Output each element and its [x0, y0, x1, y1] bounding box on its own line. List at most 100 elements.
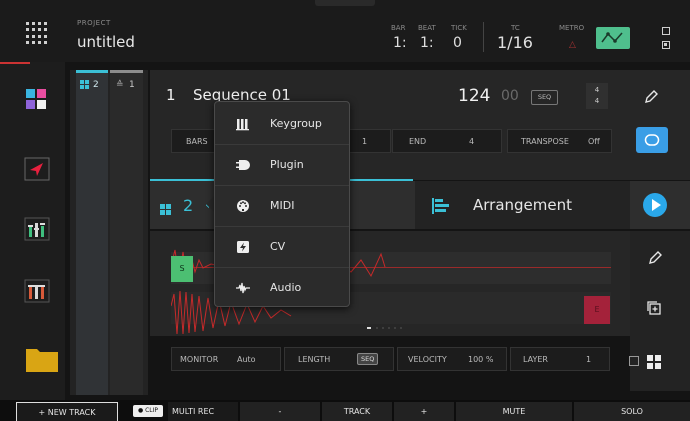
tempo-source-badge[interactable]: SEQ: [531, 90, 558, 105]
length-label: LENGTH: [298, 355, 331, 364]
monitor-field[interactable]: MONITOR Auto: [171, 347, 281, 371]
tick-value[interactable]: 0: [453, 35, 462, 51]
menu-item-label: CV: [270, 240, 286, 253]
arrangement-icon: [432, 198, 450, 218]
beat-value[interactable]: 1:: [420, 35, 434, 51]
track-tab-inactive[interactable]: [110, 70, 143, 395]
menu-item-midi[interactable]: MIDI: [215, 186, 349, 226]
mute-button[interactable]: MUTE: [456, 402, 572, 421]
start-value: 1: [362, 137, 368, 146]
keygroup-icon: [236, 119, 249, 131]
end-label: END: [409, 137, 427, 146]
multi-rec-button[interactable]: MULTI REC: [168, 402, 238, 421]
velocity-field[interactable]: VELOCITY 100 %: [397, 347, 507, 371]
main-menu-icon[interactable]: [26, 22, 48, 44]
tc-value[interactable]: 1/16: [497, 33, 533, 52]
project-name[interactable]: untitled: [77, 33, 135, 51]
track-tab-active[interactable]: [76, 70, 108, 395]
clip-record-toggle[interactable]: ● CLIP: [133, 405, 163, 417]
track-tab-grid-icon: [80, 80, 89, 92]
clip-start-marker[interactable]: S: [171, 256, 193, 282]
transpose-field[interactable]: TRANSPOSE Off: [507, 129, 612, 153]
monitor-value: Auto: [237, 355, 256, 364]
transpose-label: TRANSPOSE: [521, 137, 569, 146]
layer-label: LAYER: [523, 355, 548, 364]
menu-item-label: Audio: [270, 281, 302, 294]
mixer-mode-icon[interactable]: [24, 217, 54, 245]
menu-item-audio[interactable]: Audio: [215, 268, 349, 308]
menu-item-label: MIDI: [270, 199, 295, 212]
automation-button[interactable]: [596, 27, 630, 49]
monitor-label: MONITOR: [180, 355, 219, 364]
top-drag-handle[interactable]: [315, 0, 375, 6]
menu-caret: [206, 196, 214, 212]
draw-pencil-icon[interactable]: [647, 250, 663, 270]
tc-label: TC: [511, 24, 520, 32]
track-tab-audio-icon: ≙: [116, 80, 124, 90]
metro-label: METRO: [559, 24, 585, 32]
beat-label: BEAT: [418, 24, 436, 32]
track-tab-inactive-indicator: [110, 70, 143, 73]
single-view-icon[interactable]: [629, 356, 639, 366]
track-tab-active-indicator: [76, 70, 108, 73]
plugin-icon: [236, 160, 250, 170]
tempo-decimal[interactable]: 00: [501, 88, 519, 104]
transpose-value: Off: [588, 137, 600, 146]
velocity-value: 100 %: [468, 355, 494, 364]
length-field[interactable]: LENGTH SEQ: [284, 347, 394, 371]
menu-item-cv[interactable]: CV: [215, 227, 349, 267]
cv-icon: [237, 241, 249, 253]
tempo-value[interactable]: 124: [458, 86, 490, 106]
arrangement-label: Arrangement: [473, 196, 573, 214]
edit-pencil-icon[interactable]: [643, 89, 659, 109]
window-icon[interactable]: [662, 27, 670, 35]
track-grid-icon: [160, 200, 171, 219]
bar-label: BAR: [391, 24, 406, 32]
end-value: 4: [469, 137, 475, 146]
duplicate-icon[interactable]: [646, 300, 662, 320]
channel-mixer-icon[interactable]: [24, 279, 54, 307]
metronome-icon[interactable]: △: [569, 40, 576, 50]
loop-icon: [644, 134, 660, 146]
bars-label: BARS: [186, 137, 208, 146]
sequence-number[interactable]: 1: [166, 86, 176, 104]
layer-field[interactable]: LAYER 1: [510, 347, 610, 371]
tick-label: TICK: [451, 24, 467, 32]
time-signature-bottom: 4: [594, 97, 600, 105]
clip-end-marker[interactable]: E: [584, 296, 610, 324]
solo-button[interactable]: SOLO: [574, 402, 690, 421]
top-bar: [0, 0, 690, 62]
window-mode-icon[interactable]: [662, 41, 670, 49]
menu-item-plugin[interactable]: Plugin: [215, 145, 349, 185]
menu-item-label: Keygroup: [270, 117, 322, 130]
loop-button[interactable]: [636, 127, 668, 153]
new-track-button[interactable]: + NEW TRACK: [16, 402, 118, 421]
track-label-button[interactable]: TRACK: [322, 402, 392, 421]
header-divider: [483, 22, 484, 52]
track-type-menu: Keygroup Plugin MIDI CV Audio: [214, 101, 350, 307]
track-tab-count-b: 1: [129, 80, 135, 90]
velocity-label: VELOCITY: [408, 355, 447, 364]
browser-mode-icon[interactable]: [24, 157, 54, 185]
track-number[interactable]: 2: [183, 196, 193, 215]
pad-mode-icon[interactable]: [24, 87, 54, 115]
time-signature-top: 4: [594, 86, 600, 94]
layer-value: 1: [586, 355, 592, 364]
audio-icon: [236, 282, 250, 294]
midi-icon: [237, 200, 249, 212]
track-minus-button[interactable]: -: [240, 402, 320, 421]
play-icon[interactable]: [643, 193, 667, 217]
track-tab-count: 2: [93, 80, 99, 90]
grid-view-icon[interactable]: [647, 354, 661, 373]
track-plus-button[interactable]: +: [394, 402, 454, 421]
length-value: SEQ: [357, 353, 379, 365]
end-field[interactable]: END 4: [392, 129, 502, 153]
folder-icon[interactable]: [25, 345, 59, 373]
time-signature[interactable]: 4 4: [586, 83, 608, 109]
sidebar-accent: [0, 62, 30, 64]
bar-value[interactable]: 1:: [393, 35, 407, 51]
menu-item-keygroup[interactable]: Keygroup: [215, 104, 349, 144]
project-caption: PROJECT: [77, 19, 111, 27]
automation-icon: [601, 32, 623, 43]
menu-item-label: Plugin: [270, 158, 304, 171]
